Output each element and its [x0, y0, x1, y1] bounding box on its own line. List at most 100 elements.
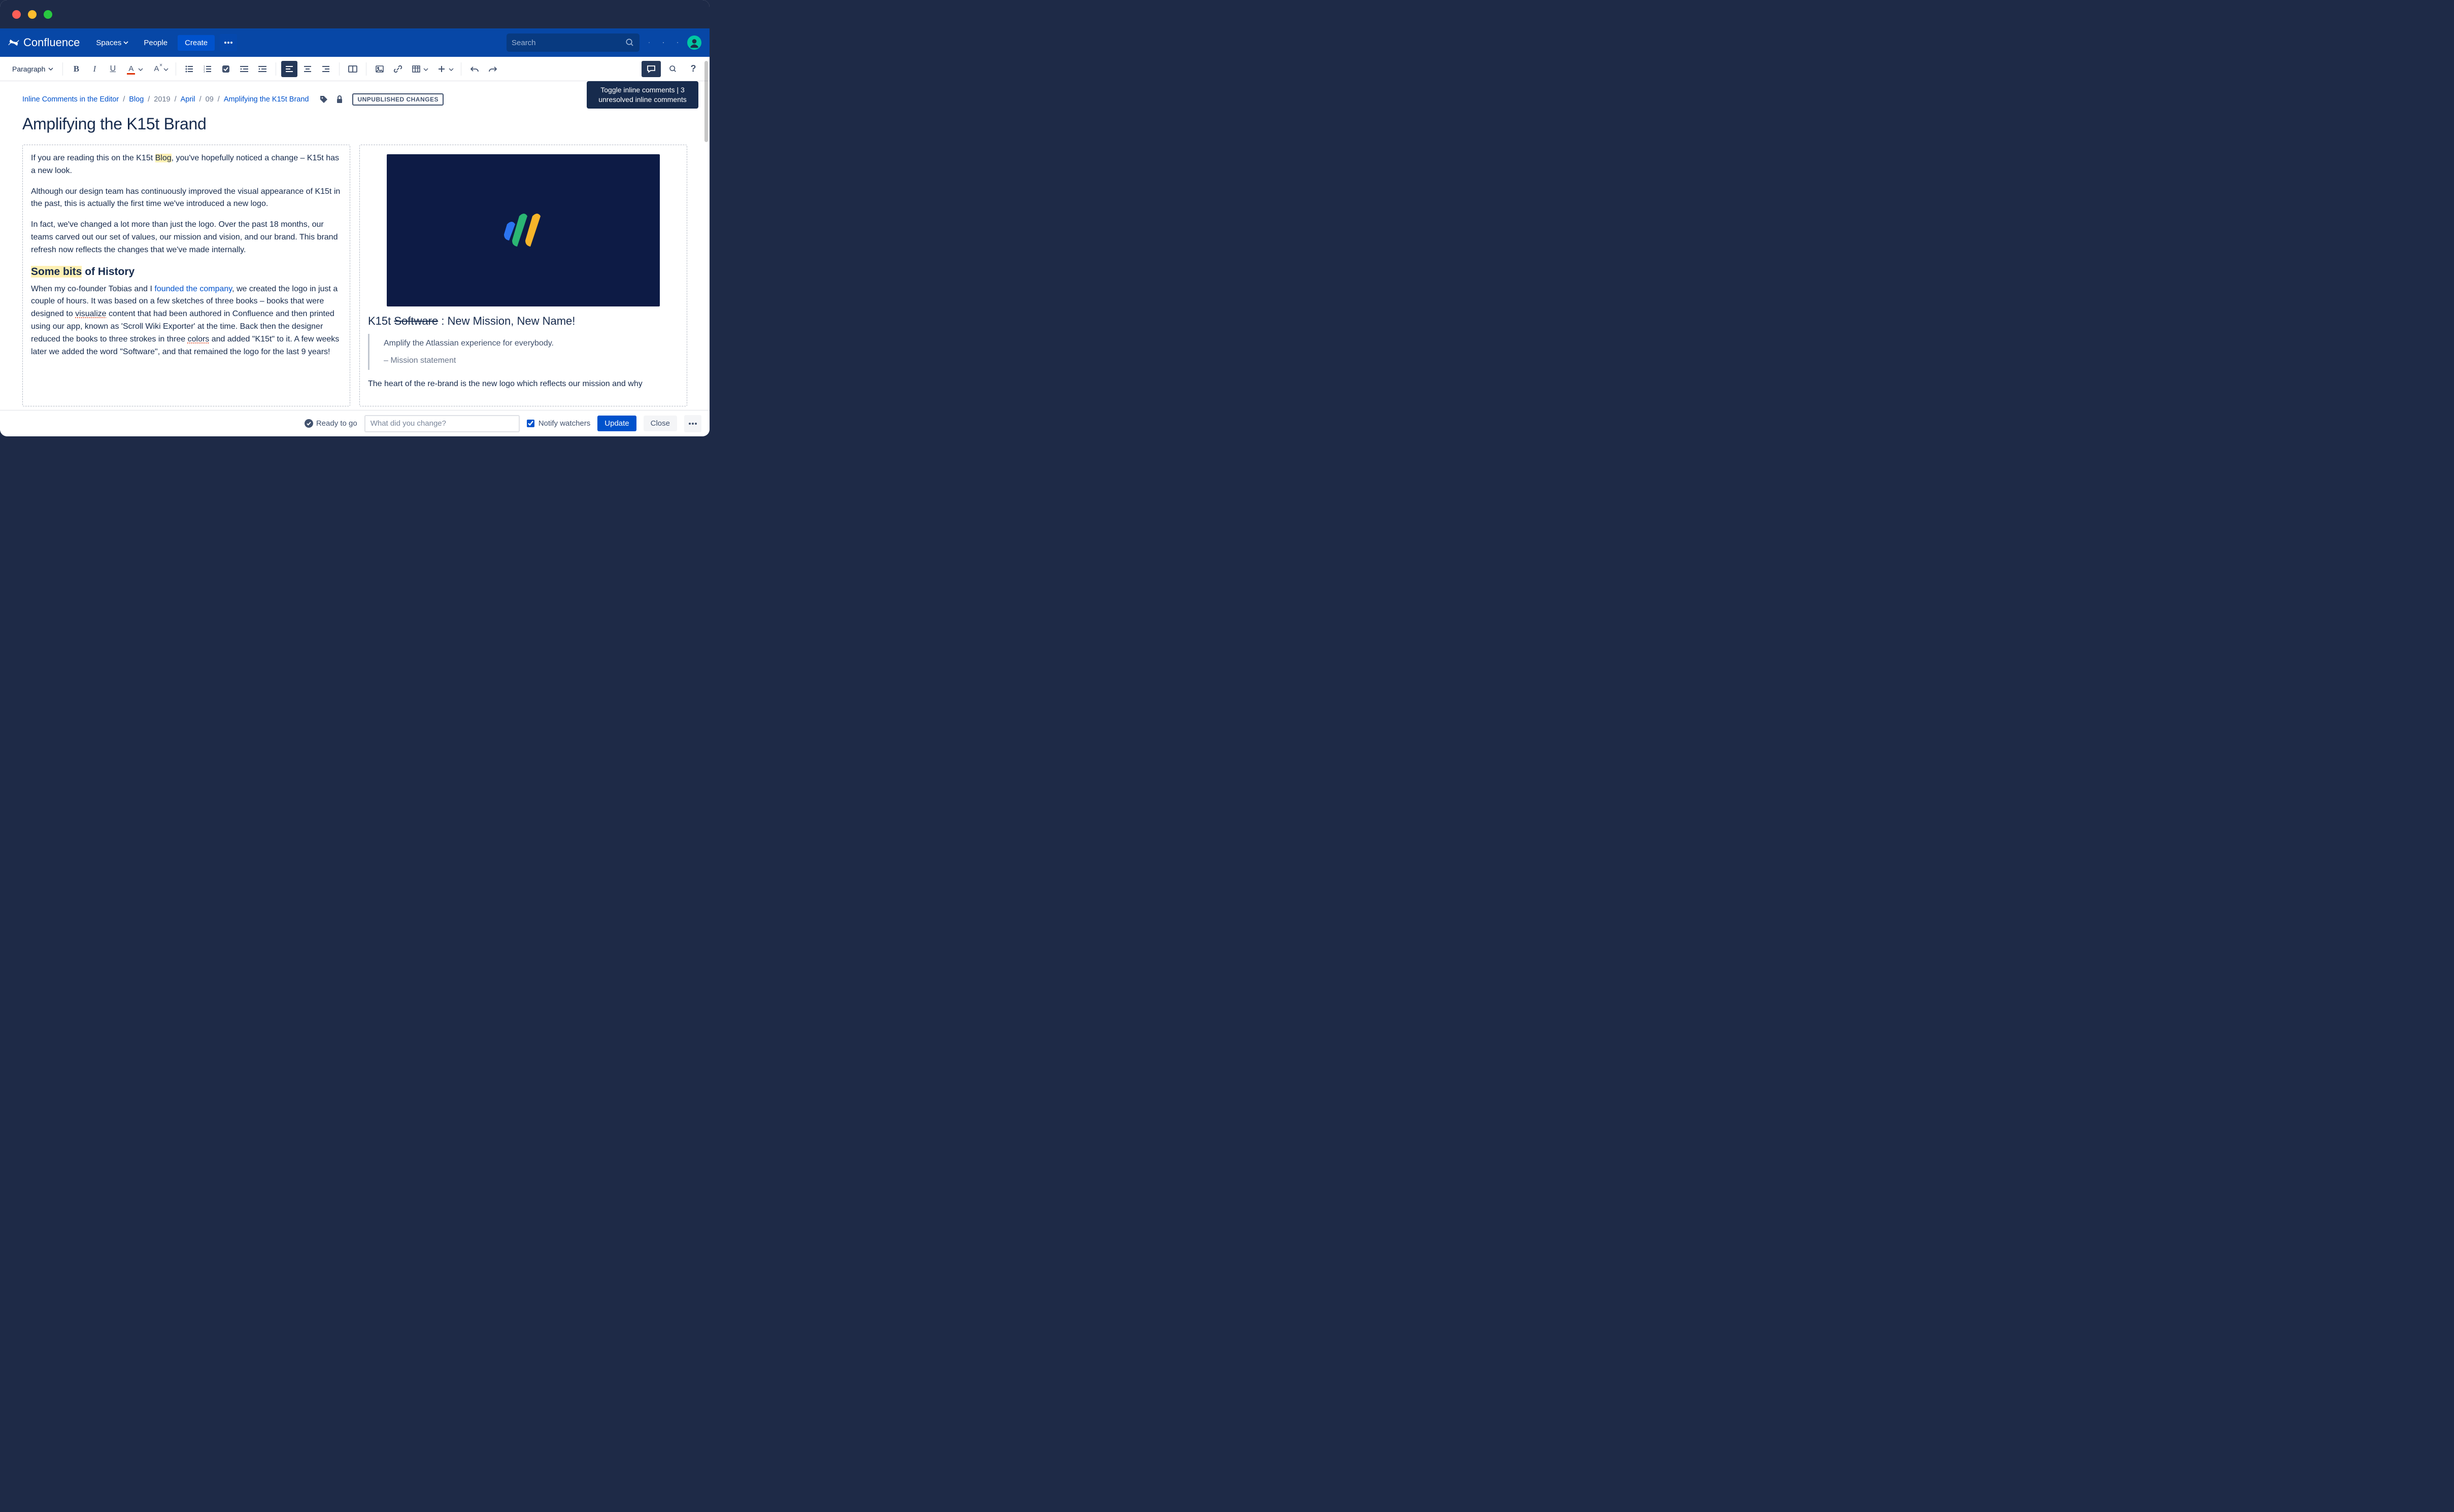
- align-right-button[interactable]: [318, 61, 334, 77]
- create-button[interactable]: Create: [178, 35, 215, 51]
- nav-spaces-label: Spaces: [96, 39, 121, 47]
- separator: [62, 62, 63, 76]
- editor-content[interactable]: Toggle inline comments | 3 unresolved in…: [0, 81, 710, 410]
- nav-people[interactable]: People: [139, 35, 173, 51]
- quote-author: – Mission statement: [384, 354, 679, 367]
- footer-more-button[interactable]: [684, 415, 701, 432]
- editor-toolbar: Paragraph B I U A A✕ 123: [0, 57, 710, 81]
- page-title[interactable]: Amplifying the K15t Brand: [22, 115, 687, 133]
- paragraph[interactable]: If you are reading this on the K15t Blog…: [31, 152, 342, 178]
- user-avatar[interactable]: [687, 36, 701, 50]
- link[interactable]: founded the company: [154, 285, 232, 293]
- toggle-comments-button[interactable]: [642, 61, 661, 77]
- redo-button[interactable]: [485, 61, 501, 77]
- chevron-down-icon: [449, 67, 454, 72]
- underline-button[interactable]: U: [105, 61, 121, 77]
- breadcrumb-root[interactable]: Inline Comments in the Editor: [22, 95, 119, 104]
- paragraph[interactable]: When my co-founder Tobias and I founded …: [31, 283, 342, 359]
- breadcrumb-item: 09: [206, 95, 214, 104]
- search-input[interactable]: [512, 39, 622, 47]
- layout-columns: If you are reading this on the K15t Blog…: [22, 145, 687, 406]
- strikethrough-text: Software: [394, 315, 438, 327]
- search-box[interactable]: [507, 33, 640, 52]
- spellcheck-word[interactable]: visualize: [75, 310, 106, 318]
- window: Confluence Spaces People Create: [0, 0, 710, 436]
- search-icon: [625, 38, 634, 47]
- paragraph[interactable]: In fact, we've changed a lot more than j…: [31, 219, 342, 256]
- table-button[interactable]: [408, 61, 424, 77]
- editor-help-button[interactable]: ?: [685, 61, 701, 77]
- notifications-button[interactable]: [673, 38, 682, 47]
- spellcheck-word[interactable]: colors: [188, 335, 210, 343]
- notify-watchers[interactable]: Notify watchers: [527, 419, 591, 428]
- undo-button[interactable]: [466, 61, 483, 77]
- style-select[interactable]: Paragraph: [8, 62, 57, 76]
- unpublished-badge: UNPUBLISHED CHANGES: [352, 93, 444, 106]
- help-icon: [649, 38, 650, 48]
- editor-footer: Ready to go Notify watchers Update Close: [0, 410, 710, 436]
- traffic-close[interactable]: [12, 10, 21, 19]
- heading[interactable]: K15t Software : New Mission, New Name!: [368, 315, 679, 328]
- style-select-label: Paragraph: [12, 65, 45, 73]
- align-center-button[interactable]: [299, 61, 316, 77]
- indent-button[interactable]: [254, 61, 271, 77]
- traffic-minimize[interactable]: [28, 10, 37, 19]
- chevron-down-icon: [163, 67, 169, 72]
- column-right[interactable]: K15t Software : New Mission, New Name! A…: [359, 145, 687, 406]
- separator: [339, 62, 340, 76]
- bell-icon: [677, 38, 678, 47]
- breadcrumb-item[interactable]: Amplifying the K15t Brand: [224, 95, 309, 104]
- brand-image[interactable]: [387, 154, 660, 306]
- change-summary-input[interactable]: [364, 415, 520, 432]
- traffic-zoom[interactable]: [44, 10, 52, 19]
- k15t-logo-icon: [493, 200, 554, 261]
- chevron-down-icon: [138, 67, 143, 72]
- align-left-button[interactable]: [281, 61, 297, 77]
- svg-text:3: 3: [204, 71, 205, 73]
- nav-spaces[interactable]: Spaces: [91, 35, 133, 51]
- confluence-icon: [8, 37, 19, 48]
- inline-comment-highlight[interactable]: Some bits: [31, 266, 82, 278]
- italic-button[interactable]: I: [86, 61, 103, 77]
- number-list-button[interactable]: 123: [199, 61, 216, 77]
- blockquote[interactable]: Amplify the Atlassian experience for eve…: [368, 334, 679, 370]
- tasklist-button[interactable]: [218, 61, 234, 77]
- help-button[interactable]: [645, 38, 654, 47]
- scrollbar-thumb[interactable]: [704, 61, 708, 142]
- nav-more-button[interactable]: [220, 34, 237, 51]
- ellipsis-icon: [689, 423, 697, 425]
- layout-button[interactable]: [345, 61, 361, 77]
- image-button[interactable]: [372, 61, 388, 77]
- bold-button[interactable]: B: [68, 61, 84, 77]
- comments-tooltip: Toggle inline comments | 3 unresolved in…: [587, 81, 698, 109]
- clearformat-button[interactable]: A✕: [148, 61, 164, 77]
- close-button[interactable]: Close: [644, 416, 677, 431]
- link-button[interactable]: [390, 61, 406, 77]
- heading[interactable]: Some bits of History: [31, 266, 342, 278]
- inline-comment-highlight[interactable]: Blog: [155, 154, 172, 162]
- outdent-button[interactable]: [236, 61, 252, 77]
- titlebar: [0, 0, 710, 28]
- breadcrumb-item[interactable]: April: [181, 95, 195, 104]
- insert-button[interactable]: [433, 61, 450, 77]
- textcolor-button[interactable]: A: [123, 61, 139, 77]
- settings-button[interactable]: [659, 38, 668, 47]
- update-button[interactable]: Update: [597, 416, 636, 431]
- ready-label: Ready to go: [316, 419, 357, 428]
- nav-people-label: People: [144, 39, 167, 47]
- breadcrumb-item[interactable]: Blog: [129, 95, 144, 104]
- gear-icon: [663, 38, 664, 48]
- column-left[interactable]: If you are reading this on the K15t Blog…: [22, 145, 350, 406]
- chevron-down-icon: [123, 40, 128, 45]
- paragraph[interactable]: The heart of the re-brand is the new log…: [368, 378, 679, 391]
- notify-checkbox[interactable]: [527, 420, 534, 427]
- paragraph[interactable]: Although our design team has continuousl…: [31, 186, 342, 211]
- app-logo[interactable]: Confluence: [8, 36, 80, 49]
- quote-text: Amplify the Atlassian experience for eve…: [384, 337, 679, 350]
- find-button[interactable]: [665, 61, 681, 77]
- breadcrumb-item: 2019: [154, 95, 170, 104]
- restrictions-icon[interactable]: [336, 95, 343, 104]
- bullet-list-button[interactable]: [181, 61, 197, 77]
- ellipsis-icon: [224, 42, 232, 44]
- labels-icon[interactable]: [320, 95, 328, 104]
